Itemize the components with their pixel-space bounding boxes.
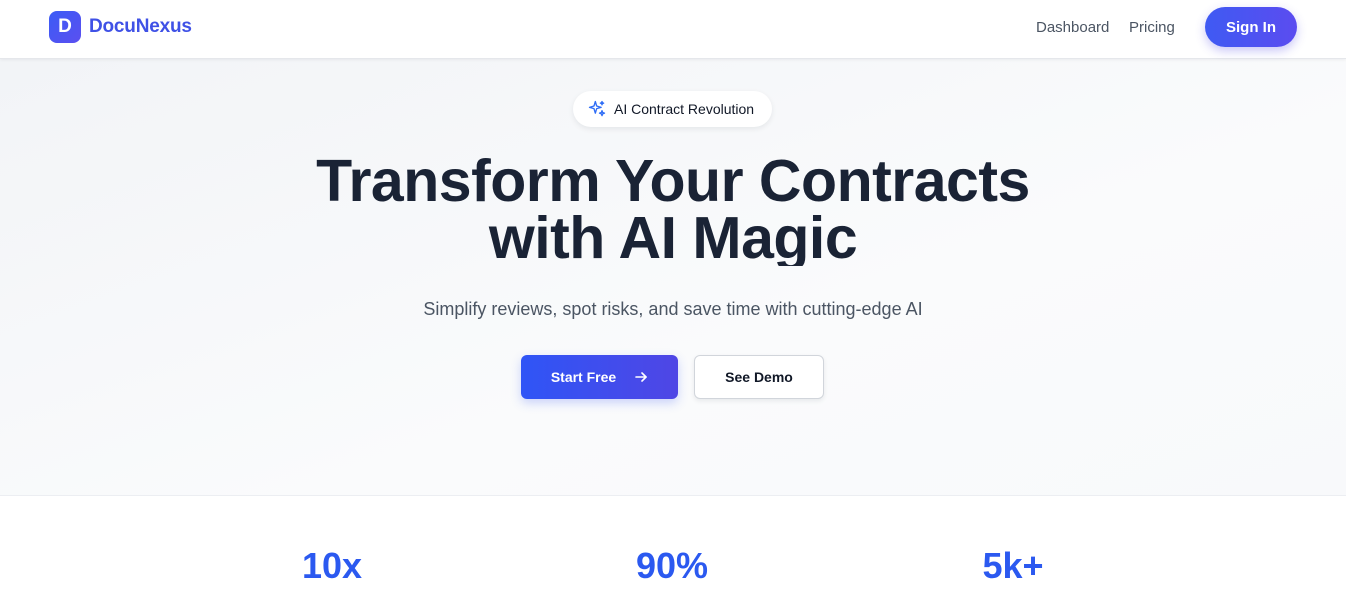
see-demo-button[interactable]: See Demo [694,355,824,399]
sparkles-icon [587,99,607,119]
hero-headline-line1: Transform Your Contracts [316,148,1030,214]
nav-link-dashboard[interactable]: Dashboard [1036,19,1109,36]
hero-badge: AI Contract Revolution [573,91,772,127]
hero-section: AI Contract Revolution Transform Your Co… [0,59,1346,496]
start-free-button[interactable]: Start Free [521,355,678,399]
stat-value: 90% [635,545,709,586]
hero-headline-line2: with AI Magic [488,210,858,266]
hero-badge-label: AI Contract Revolution [614,101,755,117]
stat-value: 5k+ [982,545,1044,586]
top-navbar: D DocuNexus Dashboard Pricing Sign In [0,0,1346,59]
stats-section: 10x 90% 5k+ [0,496,1346,592]
brand[interactable]: D DocuNexus [49,11,192,43]
brand-name: DocuNexus [89,16,192,37]
start-free-label: Start Free [550,369,617,385]
nav-link-pricing[interactable]: Pricing [1129,19,1175,36]
hero-headline-line2-wrap: with AI Magic [0,210,1346,266]
arrow-right-icon [634,370,648,384]
hero-subtitle: Simplify reviews, spot risks, and save t… [423,299,923,319]
brand-logo: D [49,11,81,43]
hero-headline: Transform Your Contracts with AI Magic [0,148,1346,267]
sign-in-button[interactable]: Sign In [1205,7,1297,47]
stat-value: 10x [301,545,363,586]
